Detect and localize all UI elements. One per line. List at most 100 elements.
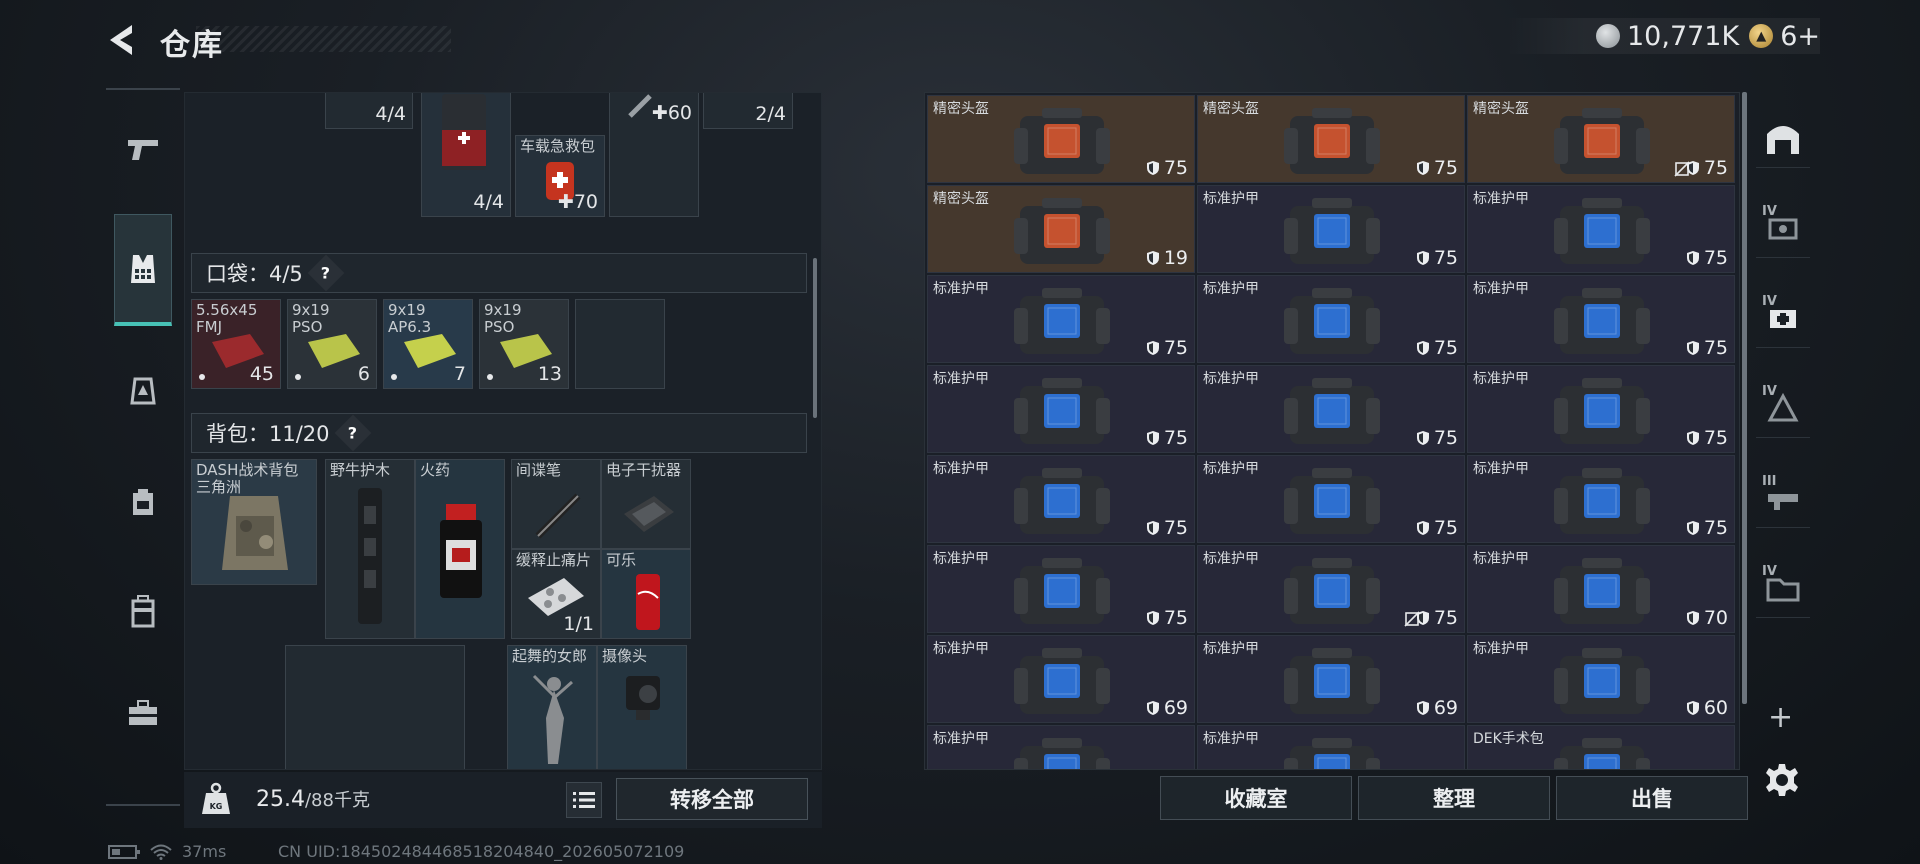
backpack-help-button[interactable]: ? bbox=[334, 414, 371, 452]
stash-item-armor[interactable]: DEK手术包 bbox=[1467, 725, 1735, 769]
backpack-handguard[interactable]: 野牛护木 bbox=[325, 459, 415, 639]
shield-icon bbox=[1686, 611, 1699, 625]
pocket-slot-2[interactable]: 9x19 PSO 6 bbox=[287, 299, 377, 389]
pocket-help-button[interactable]: ? bbox=[307, 254, 345, 292]
add-filter-button[interactable]: + bbox=[1768, 700, 1793, 735]
filter-tier-4[interactable]: III bbox=[1756, 468, 1810, 528]
backpack-camera[interactable]: 摄像头 bbox=[597, 645, 687, 769]
stash-item-armor[interactable]: 标准护甲 75 bbox=[927, 275, 1195, 363]
stash-item-armor[interactable]: 标准护甲 60 bbox=[1467, 635, 1735, 723]
stash-item-armor[interactable]: 标准护甲 75 bbox=[1467, 455, 1735, 543]
sell-button[interactable]: 出售 bbox=[1556, 776, 1748, 820]
backpack-cola[interactable]: 可乐 bbox=[601, 549, 691, 639]
armor-case-icon bbox=[1554, 468, 1650, 534]
stash-item-armor[interactable]: 标准护甲 70 bbox=[1467, 545, 1735, 633]
gear-icon[interactable] bbox=[1764, 762, 1800, 798]
stash-item-armor[interactable]: 标准护甲 75 bbox=[1467, 185, 1735, 273]
shield-icon bbox=[1416, 251, 1429, 265]
durability-value: 75 bbox=[1686, 427, 1728, 449]
backpack-spy-pen[interactable]: 间谍笔 bbox=[511, 459, 601, 549]
currency-display: 10,771K ▲ 6+ bbox=[1506, 18, 1820, 54]
stash-item-armor[interactable]: 标准护甲 75 bbox=[1197, 185, 1465, 273]
backpack-painkiller[interactable]: 缓释止痛片 1/1 bbox=[511, 549, 601, 639]
shield-icon bbox=[1686, 701, 1699, 715]
collection-room-button[interactable]: 收藏室 bbox=[1160, 776, 1352, 820]
stash-item-name: 标准护甲 bbox=[933, 641, 989, 657]
transfer-all-button[interactable]: 转移全部 bbox=[616, 778, 808, 820]
pistol-icon bbox=[128, 140, 158, 160]
pocket-slot-5-empty[interactable] bbox=[575, 299, 665, 389]
shield-icon bbox=[1686, 251, 1699, 265]
slot-top-3[interactable]: ✚60 bbox=[609, 93, 699, 217]
sort-button[interactable]: 整理 bbox=[1358, 776, 1550, 820]
stash-item-name: 标准护甲 bbox=[1473, 281, 1529, 297]
backpack-dash[interactable]: DASH战术背包 三角洲 bbox=[191, 459, 317, 585]
stash-item-helmet[interactable]: 精密头盔 19 bbox=[927, 185, 1195, 273]
stash-scrollbar[interactable] bbox=[1742, 92, 1747, 704]
rail-weapons[interactable] bbox=[116, 122, 170, 176]
durability-value: 75 bbox=[1686, 517, 1728, 539]
rail-equipment[interactable] bbox=[114, 214, 172, 326]
stash-item-name: 标准护甲 bbox=[1203, 191, 1259, 207]
gold-coin-icon: ▲ bbox=[1749, 24, 1774, 48]
stash-item-armor[interactable]: 标准护甲 75 bbox=[1467, 275, 1735, 363]
stash-item-armor[interactable]: 标准护甲 75 bbox=[1197, 455, 1465, 543]
backpack-gunpowder[interactable]: 火药 bbox=[415, 459, 505, 639]
backpack-dancer[interactable]: 起舞的女郎 bbox=[507, 645, 597, 769]
durability-number: 75 bbox=[1703, 517, 1728, 539]
backpack-jammer[interactable]: 电子干扰器 bbox=[601, 459, 691, 549]
durability-number: 75 bbox=[1433, 157, 1458, 179]
filter-tier-5[interactable]: IV bbox=[1756, 558, 1810, 618]
filter-all[interactable] bbox=[1756, 108, 1810, 168]
rail-container[interactable] bbox=[116, 584, 170, 638]
shield-icon bbox=[1146, 341, 1159, 355]
durability-number: 75 bbox=[1433, 337, 1458, 359]
stash-item-name: 标准护甲 bbox=[1473, 641, 1529, 657]
stash-item-armor[interactable]: 标准护甲 69 bbox=[1197, 635, 1465, 723]
durability-value: 75 bbox=[1146, 517, 1188, 539]
stash-item-armor[interactable]: 标准护甲 75 bbox=[927, 365, 1195, 453]
gold-currency[interactable]: ▲ 6+ bbox=[1749, 21, 1820, 52]
stash-item-armor[interactable]: 标准护甲 75 bbox=[927, 455, 1195, 543]
stash-item-armor[interactable]: 标准护甲 75 bbox=[1467, 365, 1735, 453]
rail-helmet[interactable] bbox=[116, 362, 170, 416]
armor-case-icon bbox=[1014, 558, 1110, 624]
list-view-button[interactable] bbox=[566, 782, 602, 818]
stash-item-armor[interactable]: 标准护甲 bbox=[1197, 725, 1465, 769]
filter-tier-3[interactable]: IV bbox=[1756, 378, 1810, 438]
filter-tier-2[interactable]: IV bbox=[1756, 288, 1810, 348]
stash-item-armor[interactable]: 标准护甲 bbox=[927, 725, 1195, 769]
durability-number: 69 bbox=[1433, 697, 1458, 719]
pocket-slot-1[interactable]: 5.56x45 FMJ 45 bbox=[191, 299, 281, 389]
rail-toolbox[interactable] bbox=[116, 686, 170, 740]
stash-item-armor[interactable]: 标准护甲 75 bbox=[927, 545, 1195, 633]
slot-top-1[interactable]: 4/4 bbox=[325, 93, 413, 129]
stash-item-helmet[interactable]: 精密头盔 75 bbox=[1197, 95, 1465, 183]
stash-item-armor[interactable]: 标准护甲 75 bbox=[1197, 545, 1465, 633]
back-arrow-icon bbox=[110, 25, 132, 55]
slot-medkit[interactable]: 4/4 bbox=[421, 93, 511, 217]
inventory-scrollbar[interactable] bbox=[813, 258, 817, 418]
pocket-slot-3[interactable]: 9x19 AP6.3 7 bbox=[383, 299, 473, 389]
title-decoration bbox=[196, 26, 451, 52]
pocket-slot-4[interactable]: 9x19 PSO 13 bbox=[479, 299, 569, 389]
shield-icon bbox=[1686, 341, 1699, 355]
toolbox-icon bbox=[129, 700, 157, 725]
stash-item-name: 精密头盔 bbox=[1203, 101, 1259, 117]
durability-number: 19 bbox=[1163, 247, 1188, 269]
slot-car-firstaid[interactable]: 车载急救包 ✚70 bbox=[515, 135, 605, 217]
backpack-empty-slot[interactable] bbox=[285, 645, 465, 769]
stash-item-name: 标准护甲 bbox=[933, 371, 989, 387]
stash-item-helmet[interactable]: 精密头盔 75 bbox=[927, 95, 1195, 183]
slot-top-4[interactable]: 2/4 bbox=[703, 93, 793, 129]
rail-backpack[interactable] bbox=[116, 474, 170, 528]
stash-item-helmet[interactable]: 精密头盔 75 bbox=[1467, 95, 1735, 183]
stash-filter-rail: IV IV IV III IV bbox=[1752, 108, 1816, 668]
durability-value: 75 bbox=[1416, 427, 1458, 449]
filter-tier-1[interactable]: IV bbox=[1756, 198, 1810, 258]
durability-number: 75 bbox=[1163, 607, 1188, 629]
back-button[interactable] bbox=[104, 22, 144, 58]
stash-item-armor[interactable]: 标准护甲 69 bbox=[927, 635, 1195, 723]
stash-item-armor[interactable]: 标准护甲 75 bbox=[1197, 275, 1465, 363]
stash-item-armor[interactable]: 标准护甲 75 bbox=[1197, 365, 1465, 453]
